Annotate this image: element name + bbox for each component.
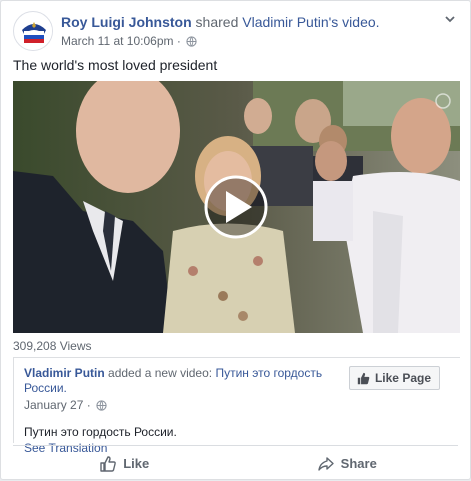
post-headline: Roy Luigi Johnston shared Vladimir Putin… [61, 13, 380, 31]
added-text: added a new video: [108, 366, 213, 380]
avatar-logo [15, 13, 52, 50]
source-video-link[interactable]: Vladimir Putin's video. [242, 14, 379, 30]
share-button[interactable]: Share [236, 446, 459, 481]
shared-post-headline: Vladimir Putin added a new video: Путин … [24, 366, 349, 396]
video-frame [13, 81, 460, 333]
post-timestamp[interactable]: March 11 at 10:06pm [61, 34, 174, 48]
shared-verb: shared [195, 14, 239, 30]
play-icon [204, 175, 268, 239]
video-player[interactable] [13, 81, 460, 333]
share-label: Share [340, 456, 377, 471]
shared-post: Vladimir Putin added a new video: Путин … [13, 357, 460, 455]
globe-icon [96, 400, 107, 411]
post-caption: The world's most loved president [13, 57, 218, 73]
share-arrow-icon [317, 456, 334, 471]
post-meta: March 11 at 10:06pm · [61, 33, 197, 49]
post-card: Roy Luigi Johnston shared Vladimir Putin… [0, 0, 471, 480]
thumbs-up-icon [357, 372, 370, 384]
globe-icon [186, 36, 197, 47]
shared-post-date: January 27 · [24, 398, 450, 412]
post-actions: Like Share [13, 445, 458, 481]
chevron-down-icon[interactable] [442, 11, 458, 27]
avatar[interactable] [13, 11, 53, 51]
post-header: Roy Luigi Johnston shared Vladimir Putin… [13, 11, 458, 51]
like-label: Like [123, 456, 150, 471]
thumbs-up-icon [100, 455, 117, 472]
like-page-label: Like Page [374, 371, 431, 385]
page-name-link[interactable]: Vladimir Putin [24, 366, 105, 380]
view-count: 309,208 Views [13, 339, 92, 353]
author-link[interactable]: Roy Luigi Johnston [61, 14, 192, 30]
like-page-button[interactable]: Like Page [348, 366, 440, 390]
shared-post-body: Путин это гордость России. [24, 425, 177, 439]
shared-timestamp[interactable]: January 27 [24, 398, 83, 412]
like-button[interactable]: Like [13, 446, 236, 481]
